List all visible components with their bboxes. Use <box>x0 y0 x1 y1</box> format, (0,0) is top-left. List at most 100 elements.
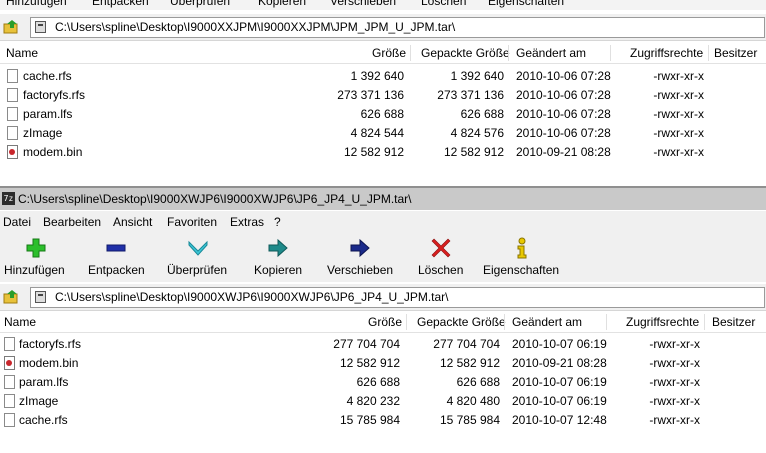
file-packed-size: 12 582 912 <box>443 145 504 159</box>
file-permissions: -rwxr-xr-x <box>649 337 700 351</box>
top-address-bar: C:\Users\spline\Desktop\I9000XXJPM\I9000… <box>0 14 766 41</box>
file-size: 1 392 640 <box>350 69 404 83</box>
table-row[interactable]: modem.bin 12 582 912 12 582 912 2010-09-21 … <box>0 142 766 161</box>
extract-button[interactable]: Entpacken <box>80 232 152 282</box>
binary-file-icon <box>4 356 15 370</box>
file-name: zImage <box>23 126 63 140</box>
file-icon <box>7 107 18 121</box>
file-permissions: -rwxr-xr-x <box>653 145 704 159</box>
table-row[interactable]: zImage 4 820 232 4 820 480 2010-10-07 06:19… <box>0 391 766 410</box>
add-button[interactable]: Hinzufügen <box>0 232 72 282</box>
col-perms[interactable]: Zugriffsrechte <box>626 315 699 329</box>
top-toolbar-copy-label[interactable]: Kopieren <box>258 0 306 8</box>
col-name[interactable]: Name <box>4 315 36 329</box>
top-toolbar-add-label[interactable]: Hinzufügen <box>6 0 67 8</box>
file-permissions: -rwxr-xr-x <box>653 126 704 140</box>
file-icon <box>7 88 18 102</box>
file-packed-size: 4 824 576 <box>450 126 504 140</box>
file-name: param.lfs <box>19 375 69 389</box>
top-col-modified[interactable]: Geändert am <box>516 46 586 60</box>
top-address-field[interactable]: C:\Users\spline\Desktop\I9000XXJPM\I9000… <box>30 17 765 38</box>
window-titlebar[interactable]: 7z C:\Users\spline\Desktop\I9000XWJP6\I9… <box>0 186 766 210</box>
folder-up-icon[interactable] <box>3 19 19 35</box>
file-name: cache.rfs <box>23 69 72 83</box>
table-row[interactable]: factoryfs.rfs 277 704 704 277 704 704 2010-… <box>0 334 766 353</box>
file-modified: 2010-10-07 06:19 <box>512 375 607 389</box>
menu-bearbeiten[interactable]: Bearbeiten <box>43 215 101 229</box>
add-icon <box>26 238 46 258</box>
top-toolbar: Hinzufügen Entpacken Überprüfen Kopieren… <box>0 0 766 10</box>
file-name: cache.rfs <box>19 413 68 427</box>
file-packed-size: 1 392 640 <box>450 69 504 83</box>
file-name: modem.bin <box>19 356 79 370</box>
move-button-label: Verschieben <box>327 263 394 277</box>
top-col-name[interactable]: Name <box>6 46 38 60</box>
top-col-owner[interactable]: Besitzer <box>714 46 757 60</box>
add-button-label: Hinzufügen <box>4 263 65 277</box>
delete-button[interactable]: Löschen <box>410 232 474 282</box>
file-packed-size: 15 785 984 <box>439 413 500 427</box>
7zip-app-icon: 7z <box>2 192 15 205</box>
move-button[interactable]: Verschieben <box>322 232 402 282</box>
table-row[interactable]: factoryfs.rfs 273 371 136 273 371 136 2010-… <box>0 85 766 104</box>
col-size[interactable]: Größe <box>368 315 402 329</box>
top-col-size[interactable]: Größe <box>372 46 406 60</box>
menu-extras[interactable]: Extras <box>230 215 264 229</box>
archive-icon <box>35 21 46 33</box>
info-icon <box>517 237 527 259</box>
window-title: C:\Users\spline\Desktop\I9000XWJP6\I9000… <box>18 192 412 206</box>
test-button[interactable]: Überprüfen <box>160 232 240 282</box>
copy-button[interactable]: Kopieren <box>248 232 312 282</box>
file-icon <box>4 337 15 351</box>
menu-datei[interactable]: Datei <box>3 215 31 229</box>
file-modified: 2010-10-06 07:28 <box>516 88 611 102</box>
col-owner[interactable]: Besitzer <box>712 315 755 329</box>
file-icon <box>4 394 15 408</box>
menu-help[interactable]: ? <box>274 215 281 229</box>
top-toolbar-test-label[interactable]: Überprüfen <box>170 0 230 8</box>
file-name: zImage <box>19 394 59 408</box>
test-button-label: Überprüfen <box>167 263 228 277</box>
file-size: 12 582 912 <box>343 145 404 159</box>
menu-favoriten[interactable]: Favoriten <box>167 215 217 229</box>
file-size: 4 824 544 <box>350 126 404 140</box>
file-permissions: -rwxr-xr-x <box>649 356 700 370</box>
file-permissions: -rwxr-xr-x <box>649 394 700 408</box>
table-row[interactable]: zImage 4 824 544 4 824 576 2010-10-06 07:28… <box>0 123 766 142</box>
file-modified: 2010-10-07 06:19 <box>512 394 607 408</box>
col-modified[interactable]: Geändert am <box>512 315 582 329</box>
file-size: 277 704 704 <box>333 337 400 351</box>
file-size: 626 688 <box>360 107 404 121</box>
address-text: C:\Users\spline\Desktop\I9000XWJP6\I9000… <box>55 290 449 304</box>
file-size: 4 820 232 <box>346 394 400 408</box>
delete-button-label: Löschen <box>418 263 464 277</box>
top-col-perms[interactable]: Zugriffsrechte <box>630 46 703 60</box>
file-size: 273 371 136 <box>337 88 404 102</box>
file-modified: 2010-10-07 12:48 <box>512 413 607 427</box>
top-toolbar-move-label[interactable]: Verschieben <box>330 0 396 8</box>
properties-button[interactable]: Eigenschaften <box>480 232 564 282</box>
file-packed-size: 626 688 <box>456 375 500 389</box>
delete-icon <box>431 238 451 258</box>
file-packed-size: 12 582 912 <box>439 356 500 370</box>
top-col-packed[interactable]: Gepackte Größe <box>421 46 510 60</box>
address-field[interactable]: C:\Users\spline\Desktop\I9000XWJP6\I9000… <box>30 287 765 308</box>
top-toolbar-delete-label[interactable]: Löschen <box>421 0 466 8</box>
top-toolbar-properties-label[interactable]: Eigenschaften <box>488 0 564 8</box>
folder-up-icon[interactable] <box>3 289 19 305</box>
top-toolbar-extract-label[interactable]: Entpacken <box>92 0 149 8</box>
menu-ansicht[interactable]: Ansicht <box>113 215 152 229</box>
file-size: 12 582 912 <box>339 356 400 370</box>
table-row[interactable]: param.lfs 626 688 626 688 2010-10-07 06:19 -… <box>0 372 766 391</box>
copy-button-label: Kopieren <box>254 263 303 277</box>
col-packed[interactable]: Gepackte Größe <box>417 315 506 329</box>
table-row[interactable]: param.lfs 626 688 626 688 2010-10-06 07:28 -… <box>0 104 766 123</box>
table-row[interactable]: modem.bin 12 582 912 12 582 912 2010-09-21 … <box>0 353 766 372</box>
table-row[interactable]: cache.rfs 1 392 640 1 392 640 2010-10-06 07… <box>0 66 766 85</box>
file-size: 15 785 984 <box>339 413 400 427</box>
file-modified: 2010-10-06 07:28 <box>516 69 611 83</box>
file-packed-size: 4 820 480 <box>446 394 500 408</box>
file-icon <box>4 375 15 389</box>
table-row[interactable]: cache.rfs 15 785 984 15 785 984 2010-10-07 … <box>0 410 766 429</box>
toolbar: Hinzufügen Entpacken Überprüfen Kopieren… <box>0 232 766 282</box>
